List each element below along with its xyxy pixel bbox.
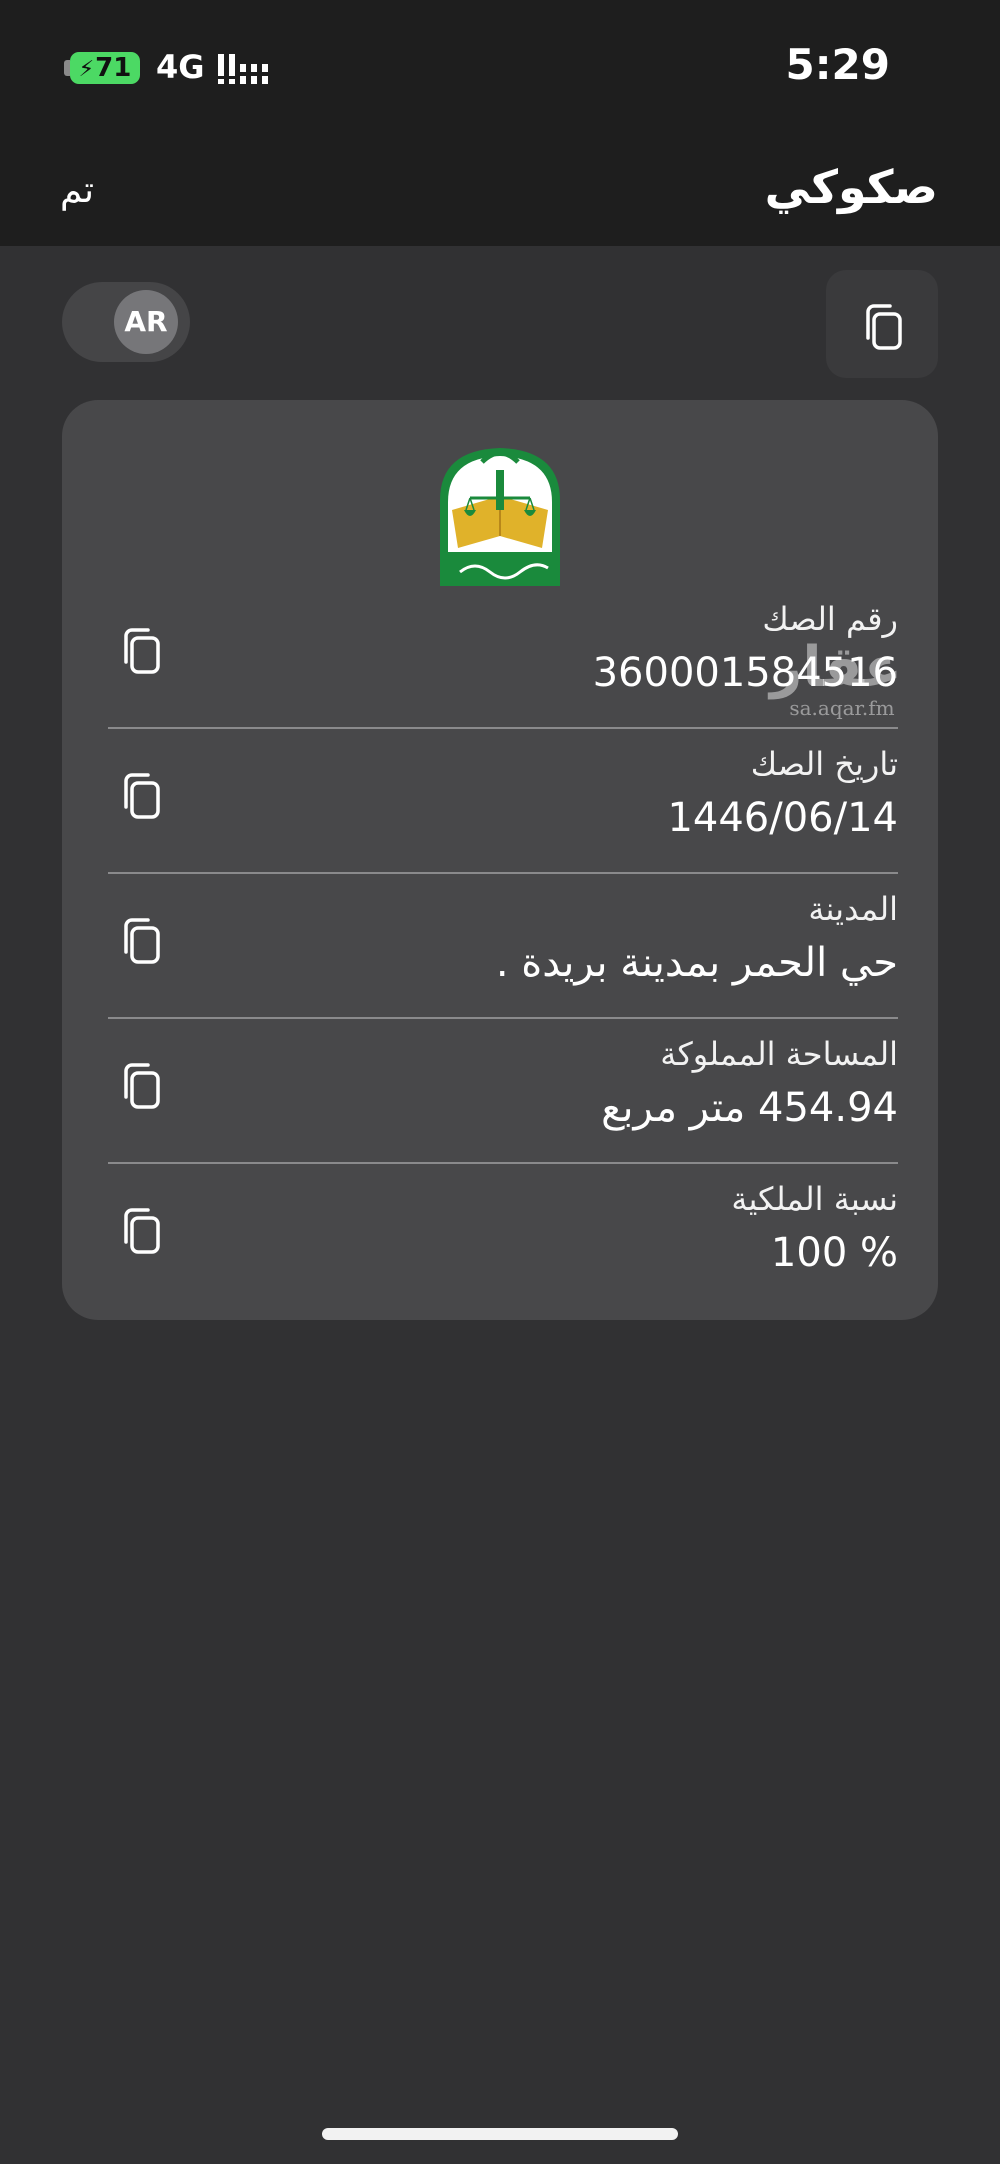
page-title: صكوكي xyxy=(764,160,938,214)
watermark-logo: عقار xyxy=(770,635,902,700)
signal-bars-icon xyxy=(218,54,268,84)
home-indicator[interactable] xyxy=(322,2128,678,2140)
deed-row-date: تاريخ الصك 1446/06/14 xyxy=(108,745,898,890)
copy-owned-area-button[interactable] xyxy=(118,1057,164,1113)
deed-number-label: رقم الصك xyxy=(762,600,898,638)
divider xyxy=(108,872,898,874)
copy-icon xyxy=(124,918,160,964)
clock: 5:29 xyxy=(785,40,890,89)
copy-icon xyxy=(124,1063,160,1109)
owned-area-value: 454.94 متر مربع xyxy=(601,1085,898,1131)
copy-icon xyxy=(860,300,906,352)
deed-date-label: تاريخ الصك xyxy=(750,745,898,783)
ministry-of-justice-emblem xyxy=(440,448,560,586)
copy-icon xyxy=(124,773,160,819)
divider xyxy=(108,1017,898,1019)
copy-ownership-ratio-button[interactable] xyxy=(118,1202,164,1258)
language-toggle-knob[interactable]: AR xyxy=(114,290,178,354)
city-value: حي الحمر بمدينة بريدة . xyxy=(495,940,898,986)
ownership-ratio-value: 100 % xyxy=(770,1230,898,1276)
copy-all-button[interactable] xyxy=(826,270,938,378)
battery-indicator: ⚡71 xyxy=(70,52,140,84)
network-type: 4G xyxy=(156,48,205,86)
deed-row-city: المدينة حي الحمر بمدينة بريدة . xyxy=(108,890,898,1035)
done-button[interactable]: تم xyxy=(60,170,94,211)
copy-icon xyxy=(124,628,160,674)
deed-row-ownership: نسبة الملكية 100 % xyxy=(108,1180,898,1325)
deed-date-value: 1446/06/14 xyxy=(667,795,898,841)
battery-level: 71 xyxy=(95,53,132,83)
charging-bolt-icon: ⚡ xyxy=(78,57,95,82)
ownership-ratio-label: نسبة الملكية xyxy=(731,1180,898,1218)
owned-area-label: المساحة المملوكة xyxy=(660,1035,898,1073)
deed-row-area: المساحة المملوكة 454.94 متر مربع xyxy=(108,1035,898,1180)
city-label: المدينة xyxy=(808,890,898,928)
watermark-url: sa.aqar.fm xyxy=(789,696,895,720)
copy-deed-number-button[interactable] xyxy=(118,622,164,678)
divider xyxy=(108,1162,898,1164)
divider xyxy=(108,727,898,729)
copy-deed-date-button[interactable] xyxy=(118,767,164,823)
screen: ⚡71 4G 5:29 صكوكي تم AR رقم الصك 3600015… xyxy=(0,0,1000,2164)
aqar-watermark: عقار sa.aqar.fm xyxy=(770,635,902,740)
copy-icon xyxy=(124,1208,160,1254)
copy-city-button[interactable] xyxy=(118,912,164,968)
